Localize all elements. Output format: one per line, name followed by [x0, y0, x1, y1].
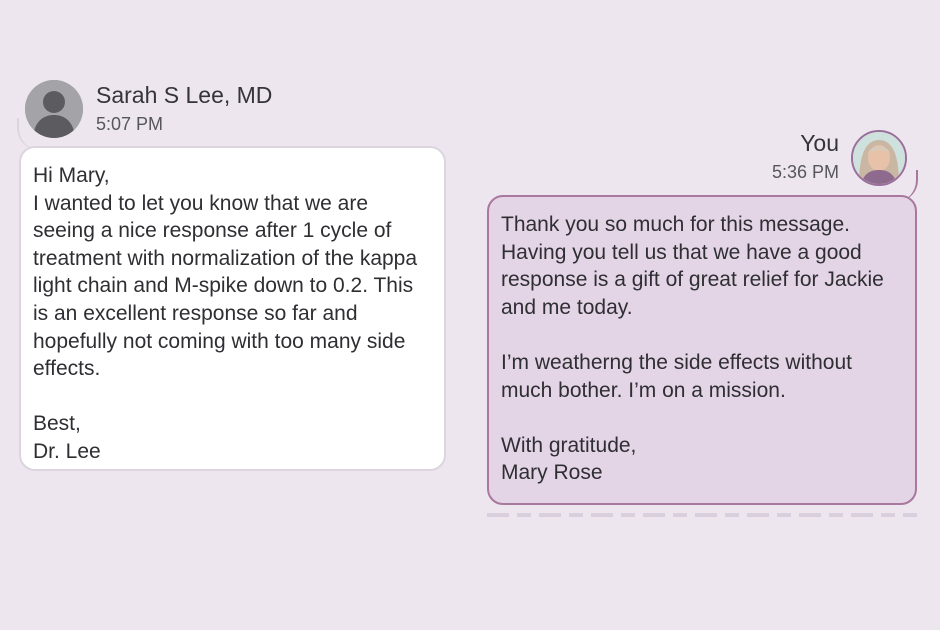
outgoing-message-bubble[interactable]: Thank you so much for this message. Havi… — [487, 195, 917, 505]
incoming-timestamp: 5:07 PM — [96, 114, 164, 134]
outgoing-timestamp: 5:36 PM — [771, 162, 839, 182]
incoming-message-text: Hi Mary, I wanted to let you know that w… — [33, 164, 418, 463]
message-thread: Sarah S Lee, MD 5:07 PM Hi Mary, I wante… — [0, 0, 940, 630]
outgoing-message-text: Thank you so much for this message. Havi… — [501, 213, 884, 485]
outgoing-sender-name: You — [800, 130, 839, 156]
incoming-sender-name: Sarah S Lee, MD — [96, 82, 273, 108]
incoming-message-bubble[interactable]: Hi Mary, I wanted to let you know that w… — [19, 146, 446, 471]
clipped-next-message — [487, 513, 917, 517]
